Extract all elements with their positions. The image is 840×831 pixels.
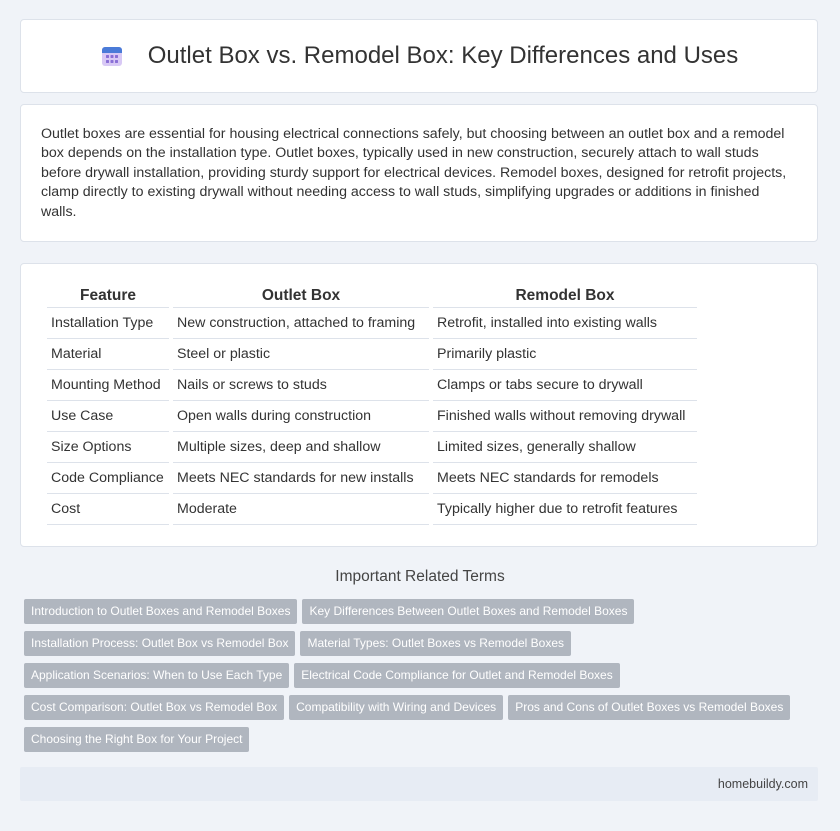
table-cell: Mounting Method bbox=[47, 370, 169, 401]
related-term-tag[interactable]: Application Scenarios: When to Use Each … bbox=[24, 663, 290, 688]
table-row: Code Compliance Meets NEC standards for … bbox=[47, 463, 697, 494]
table-cell: Finished walls without removing drywall bbox=[433, 401, 697, 432]
related-term-tag[interactable]: Introduction to Outlet Boxes and Remodel… bbox=[24, 599, 298, 624]
table-cell: Retrofit, installed into existing walls bbox=[433, 308, 697, 339]
table-row: Material Steel or plastic Primarily plas… bbox=[47, 339, 697, 370]
table-header-row: Feature Outlet Box Remodel Box bbox=[47, 284, 697, 308]
footer-site-name[interactable]: homebuildy.com bbox=[718, 767, 808, 801]
related-term-tag[interactable]: Pros and Cons of Outlet Boxes vs Remodel… bbox=[508, 695, 791, 720]
table-cell: Multiple sizes, deep and shallow bbox=[173, 432, 429, 463]
page-title-row: Outlet Box vs. Remodel Box: Key Differen… bbox=[100, 42, 739, 70]
related-terms-list: Introduction to Outlet Boxes and Remodel… bbox=[24, 599, 814, 759]
table-cell: Moderate bbox=[173, 494, 429, 525]
calendar-icon bbox=[100, 44, 124, 68]
header-remodel-box: Remodel Box bbox=[433, 284, 697, 308]
table-row: Use Case Open walls during construction … bbox=[47, 401, 697, 432]
table-cell: Clamps or tabs secure to drywall bbox=[433, 370, 697, 401]
header-outlet-box: Outlet Box bbox=[173, 284, 429, 308]
table-row: Cost Moderate Typically higher due to re… bbox=[47, 494, 697, 525]
table-cell: New construction, attached to framing bbox=[173, 308, 429, 339]
related-term-tag[interactable]: Material Types: Outlet Boxes vs Remodel … bbox=[300, 631, 572, 656]
title-card: Outlet Box vs. Remodel Box: Key Differen… bbox=[20, 19, 818, 93]
table-cell: Use Case bbox=[47, 401, 169, 432]
related-term-tag[interactable]: Cost Comparison: Outlet Box vs Remodel B… bbox=[24, 695, 285, 720]
table-row: Installation Type New construction, atta… bbox=[47, 308, 697, 339]
intro-card: Outlet boxes are essential for housing e… bbox=[20, 104, 818, 242]
intro-text: Outlet boxes are essential for housing e… bbox=[41, 126, 787, 220]
table-cell: Meets NEC standards for remodels bbox=[433, 463, 697, 494]
table-cell: Steel or plastic bbox=[173, 339, 429, 370]
table-cell: Limited sizes, generally shallow bbox=[433, 432, 697, 463]
table-row: Mounting Method Nails or screws to studs… bbox=[47, 370, 697, 401]
related-terms-heading: Important Related Terms bbox=[335, 568, 505, 585]
table-cell: Nails or screws to studs bbox=[173, 370, 429, 401]
related-term-tag[interactable]: Key Differences Between Outlet Boxes and… bbox=[302, 599, 635, 624]
header-feature: Feature bbox=[47, 284, 169, 308]
table-cell: Typically higher due to retrofit feature… bbox=[433, 494, 697, 525]
comparison-table-card: Feature Outlet Box Remodel Box Installat… bbox=[20, 263, 818, 547]
table-row: Size Options Multiple sizes, deep and sh… bbox=[47, 432, 697, 463]
table-cell: Meets NEC standards for new installs bbox=[173, 463, 429, 494]
comparison-table: Feature Outlet Box Remodel Box Installat… bbox=[43, 284, 701, 525]
related-term-tag[interactable]: Compatibility with Wiring and Devices bbox=[289, 695, 504, 720]
table-cell: Code Compliance bbox=[47, 463, 169, 494]
table-cell: Open walls during construction bbox=[173, 401, 429, 432]
table-cell: Installation Type bbox=[47, 308, 169, 339]
table-cell: Material bbox=[47, 339, 169, 370]
related-term-tag[interactable]: Electrical Code Compliance for Outlet an… bbox=[294, 663, 620, 688]
related-term-tag[interactable]: Installation Process: Outlet Box vs Remo… bbox=[24, 631, 296, 656]
table-cell: Size Options bbox=[47, 432, 169, 463]
footer: homebuildy.com bbox=[20, 767, 818, 801]
table-cell: Primarily plastic bbox=[433, 339, 697, 370]
related-term-tag[interactable]: Choosing the Right Box for Your Project bbox=[24, 727, 250, 752]
page-title: Outlet Box vs. Remodel Box: Key Differen… bbox=[147, 42, 739, 69]
table-cell: Cost bbox=[47, 494, 169, 525]
